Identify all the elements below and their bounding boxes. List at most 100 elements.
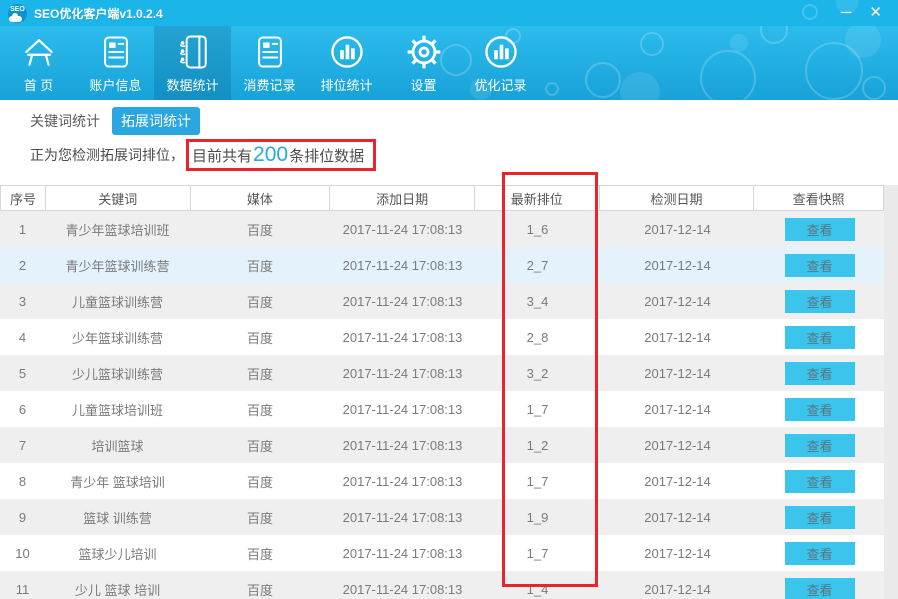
view-snapshot-button[interactable]: 查看 [785,470,855,493]
cell-latest-rank: 1_9 [475,499,600,535]
cell-latest-rank: 1_4 [475,571,600,599]
cell-media: 百度 [190,463,330,499]
cell-serial-number: 2 [0,247,45,283]
header-serial-number: 序号 [1,186,46,210]
nav-item-label: 数据统计 [166,75,218,94]
view-snapshot-button[interactable]: 查看 [785,434,855,457]
cell-media: 百度 [190,211,330,247]
cell-serial-number: 9 [0,499,45,535]
view-snapshot-button[interactable]: 查看 [785,362,855,385]
nav-item-label: 账户信息 [89,75,141,94]
cell-added-date: 2017-11-24 17:08:13 [330,355,475,391]
table-header-row: 序号 关键词 媒体 添加日期 最新排位 检测日期 查看快照 [0,185,884,211]
view-snapshot-button[interactable]: 查看 [785,326,855,349]
cell-view-snapshot: 查看 [755,499,884,535]
view-snapshot-button[interactable]: 查看 [785,398,855,421]
cell-check-date: 2017-12-14 [600,535,755,571]
header-media: 媒体 [191,186,331,210]
nav-item-settings[interactable]: 设置 [385,26,462,100]
cell-latest-rank: 2_8 [475,319,600,355]
close-button[interactable]: ✕ [869,0,882,26]
nav-items: 首 页 账户信息 数据统计 [0,26,898,100]
cell-latest-rank: 1_2 [475,427,600,463]
view-snapshot-button[interactable]: 查看 [785,218,855,241]
cell-media: 百度 [190,391,330,427]
nav-item-label: 消费记录 [243,75,295,94]
nav-item-data-stats[interactable]: 数据统计 [154,26,231,100]
cell-added-date: 2017-11-24 17:08:13 [330,211,475,247]
cell-latest-rank: 1_7 [475,463,600,499]
view-snapshot-button[interactable]: 查看 [785,506,855,529]
ranking-data-count: 200 [253,143,288,167]
cell-added-date: 2017-11-24 17:08:13 [330,391,475,427]
cell-view-snapshot: 查看 [755,247,884,283]
tab-expansion-word-stats[interactable]: 拓展词统计 [112,107,200,135]
table-row[interactable]: 7 培训篮球 百度 2017-11-24 17:08:13 1_2 2017-1… [0,427,884,463]
nav-item-home[interactable]: 首 页 [0,26,77,100]
table-row[interactable]: 2 青少年篮球训练营 百度 2017-11-24 17:08:13 2_7 20… [0,247,884,283]
nav-item-ranking-stats[interactable]: 排位统计 [308,26,385,100]
table-row[interactable]: 4 少年篮球训练营 百度 2017-11-24 17:08:13 2_8 201… [0,319,884,355]
cell-view-snapshot: 查看 [755,355,884,391]
table-row[interactable]: 8 青少年 篮球培训 百度 2017-11-24 17:08:13 1_7 20… [0,463,884,499]
cell-serial-number: 4 [0,319,45,355]
cell-serial-number: 6 [0,391,45,427]
circle-bar-chart-icon [327,32,367,72]
table-row[interactable]: 11 少儿 篮球 培训 百度 2017-11-24 17:08:13 1_4 2… [0,571,884,599]
header-keyword: 关键词 [46,186,191,210]
view-snapshot-button[interactable]: 查看 [785,542,855,565]
cell-check-date: 2017-12-14 [600,355,755,391]
cell-added-date: 2017-11-24 17:08:13 [330,499,475,535]
table-body: 1 青少年篮球培训班 百度 2017-11-24 17:08:13 1_6 20… [0,211,884,599]
records-doc-icon [250,32,290,72]
cell-view-snapshot: 查看 [755,211,884,247]
tab-keyword-stats[interactable]: 关键词统计 [30,111,100,131]
cell-check-date: 2017-12-14 [600,499,755,535]
table-row[interactable]: 3 儿童篮球训练营 百度 2017-11-24 17:08:13 3_4 201… [0,283,884,319]
header-latest-rank: 最新排位 [475,186,600,210]
app-logo-icon: SEO [8,4,27,23]
cell-check-date: 2017-12-14 [600,427,755,463]
cell-serial-number: 1 [0,211,45,247]
app-window: SEO SEO优化客户端v1.0.2.4 ─ ✕ [0,0,898,599]
ranking-table: 序号 关键词 媒体 添加日期 最新排位 检测日期 查看快照 1 青少年篮球培训班… [0,185,884,599]
table-row[interactable]: 10 篮球少儿培训 百度 2017-11-24 17:08:13 1_7 201… [0,535,884,571]
scrollbar-track[interactable] [884,185,898,599]
cell-serial-number: 11 [0,571,45,599]
notebook-icon [173,32,213,72]
table-row[interactable]: 9 篮球 训练营 百度 2017-11-24 17:08:13 1_9 2017… [0,499,884,535]
cell-keyword: 青少年 篮球培训 [45,463,190,499]
home-icon [19,32,59,72]
view-snapshot-button[interactable]: 查看 [785,254,855,277]
cell-latest-rank: 3_4 [475,283,600,319]
cell-keyword: 儿童篮球训练营 [45,283,190,319]
circle-bar-chart-icon [481,32,521,72]
table-row[interactable]: 1 青少年篮球培训班 百度 2017-11-24 17:08:13 1_6 20… [0,211,884,247]
window-title: SEO优化客户端v1.0.2.4 [34,5,163,22]
header-added-date: 添加日期 [330,186,475,210]
nav-item-label: 设置 [410,75,436,94]
nav-item-optimization-records[interactable]: 优化记录 [462,26,539,100]
cell-added-date: 2017-11-24 17:08:13 [330,283,475,319]
nav-item-consumption-records[interactable]: 消费记录 [231,26,308,100]
cell-view-snapshot: 查看 [755,463,884,499]
nav-item-account-info[interactable]: 账户信息 [77,26,154,100]
cell-media: 百度 [190,571,330,599]
cell-media: 百度 [190,499,330,535]
cell-check-date: 2017-12-14 [600,463,755,499]
minimize-button[interactable]: ─ [841,0,852,26]
bubble-decoration [802,4,818,20]
view-snapshot-button[interactable]: 查看 [785,290,855,313]
view-snapshot-button[interactable]: 查看 [785,578,855,599]
table-row[interactable]: 6 儿童篮球培训班 百度 2017-11-24 17:08:13 1_7 201… [0,391,884,427]
status-box-post: 条排位数据 [289,145,364,166]
cell-check-date: 2017-12-14 [600,319,755,355]
nav-item-label: 优化记录 [474,75,526,94]
table-row[interactable]: 5 少儿篮球训练营 百度 2017-11-24 17:08:13 3_2 201… [0,355,884,391]
cell-keyword: 篮球少儿培训 [45,535,190,571]
cell-keyword: 少儿篮球训练营 [45,355,190,391]
cell-serial-number: 7 [0,427,45,463]
cell-media: 百度 [190,535,330,571]
cell-serial-number: 5 [0,355,45,391]
cell-keyword: 儿童篮球培训班 [45,391,190,427]
